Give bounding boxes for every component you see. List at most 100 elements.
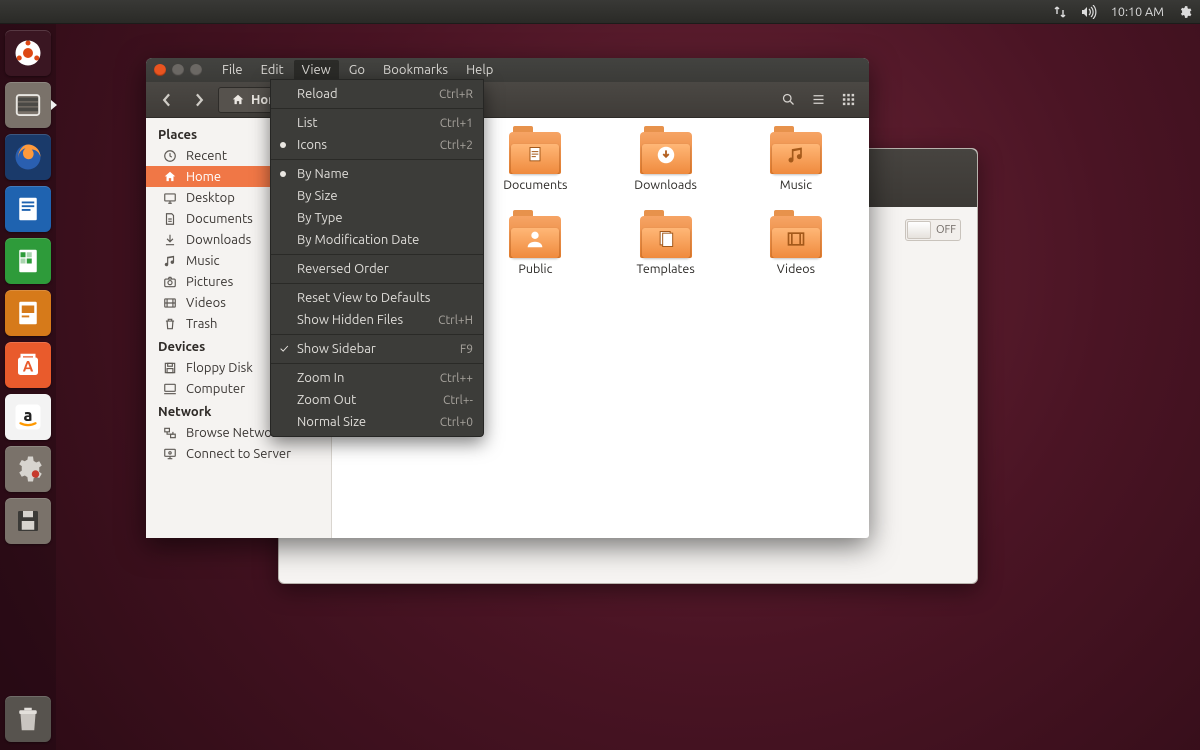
sidebar-item-label: Documents [186, 212, 253, 226]
menu-item-shortcut: Ctrl+0 [440, 416, 473, 429]
folder-icon [640, 132, 692, 174]
server-icon [162, 446, 178, 462]
menubar: FileEditViewGoBookmarksHelp [214, 60, 501, 80]
sidebar-item-label: Music [186, 254, 220, 268]
launcher-trash[interactable] [5, 696, 51, 742]
clock[interactable]: 10:10 AM [1111, 5, 1164, 19]
svg-text:A: A [23, 357, 34, 374]
folder-music[interactable]: Music [736, 132, 856, 216]
menu-item-by-type[interactable]: By Type [271, 207, 483, 229]
menu-item-show-hidden-files[interactable]: Show Hidden FilesCtrl+H [271, 309, 483, 331]
launcher-amazon[interactable]: a [5, 394, 51, 440]
window-close-button[interactable] [154, 64, 166, 76]
menu-item-zoom-out[interactable]: Zoom OutCtrl+- [271, 389, 483, 411]
top-panel: 10:10 AM [0, 0, 1200, 24]
sidebar-item-label: Home [186, 170, 221, 184]
menu-item-shortcut: F9 [460, 343, 473, 356]
folder-label: Downloads [634, 178, 697, 192]
toolbar: Home [146, 82, 869, 118]
launcher-settings[interactable] [5, 446, 51, 492]
doc-icon [162, 211, 178, 227]
titlebar[interactable]: FileEditViewGoBookmarksHelp [146, 58, 869, 82]
window-minimize-button[interactable] [172, 64, 184, 76]
menu-item-shortcut: Ctrl++ [440, 372, 473, 385]
menu-item-shortcut: Ctrl+2 [440, 139, 473, 152]
menu-help[interactable]: Help [458, 60, 501, 80]
folder-icon [770, 216, 822, 258]
folder-public[interactable]: Public [475, 216, 595, 300]
launcher-firefox[interactable] [5, 134, 51, 180]
menu-item-normal-size[interactable]: Normal SizeCtrl+0 [271, 411, 483, 433]
menu-item-reload[interactable]: ReloadCtrl+R [271, 83, 483, 105]
menu-item-reset-view-to-defaults[interactable]: Reset View to Defaults [271, 287, 483, 309]
sidebar-item-label: Browse Network [186, 426, 283, 440]
menu-item-by-modification-date[interactable]: By Modification Date [271, 229, 483, 251]
menu-item-by-name[interactable]: By Name [271, 163, 483, 185]
grid-icon [841, 92, 856, 107]
menu-item-label: Reset View to Defaults [297, 291, 430, 305]
view-list-button[interactable] [805, 87, 831, 113]
folder-icon [770, 132, 822, 174]
launcher-calc[interactable] [5, 238, 51, 284]
folder-videos[interactable]: Videos [736, 216, 856, 300]
folder-documents[interactable]: Documents [475, 132, 595, 216]
menu-file[interactable]: File [214, 60, 251, 80]
menu-go[interactable]: Go [341, 60, 373, 80]
desktop-icon [162, 190, 178, 206]
menu-separator [271, 108, 483, 109]
view-grid-button[interactable] [835, 87, 861, 113]
menu-separator [271, 254, 483, 255]
clock-icon [162, 148, 178, 164]
folder-templates[interactable]: Templates [606, 216, 726, 300]
sidebar-item-label: Desktop [186, 191, 235, 205]
launcher-impress[interactable] [5, 290, 51, 336]
search-button[interactable] [775, 87, 801, 113]
folder-label: Videos [777, 262, 815, 276]
camera-icon [162, 274, 178, 290]
menu-item-zoom-in[interactable]: Zoom In Ctrl++ [271, 367, 483, 389]
folder-icon [640, 216, 692, 258]
menu-item-icons[interactable]: IconsCtrl+2 [271, 134, 483, 156]
menu-item-by-size[interactable]: By Size [271, 185, 483, 207]
view-menu-dropdown: ReloadCtrl+R ListCtrl+1IconsCtrl+2 By Name… [270, 79, 484, 437]
menu-item-label: Zoom In [297, 371, 344, 385]
launcher-writer[interactable] [5, 186, 51, 232]
launcher-floppy[interactable] [5, 498, 51, 544]
network-indicator[interactable] [1053, 5, 1067, 19]
launcher-dash[interactable] [5, 30, 51, 76]
menu-item-shortcut: Ctrl+1 [440, 117, 473, 130]
folder-downloads[interactable]: Downloads [606, 132, 726, 216]
files-window: FileEditViewGoBookmarksHelp Home PlacesR… [146, 58, 869, 538]
menu-view[interactable]: View [294, 60, 339, 80]
menu-item-shortcut: Ctrl+R [439, 88, 473, 101]
menu-item-label: Zoom Out [297, 393, 356, 407]
off-toggle[interactable]: OFF [905, 219, 961, 241]
session-cog-icon[interactable] [1178, 5, 1192, 19]
launcher-software[interactable]: A [5, 342, 51, 388]
menu-item-list[interactable]: ListCtrl+1 [271, 112, 483, 134]
sidebar-item-label: Connect to Server [186, 447, 291, 461]
sidebar-item-label: Computer [186, 382, 245, 396]
toggle-label: OFF [932, 224, 960, 236]
svg-text:a: a [24, 407, 33, 425]
sidebar-item-label: Downloads [186, 233, 251, 247]
nav-forward-button[interactable] [186, 87, 212, 113]
menu-bookmarks[interactable]: Bookmarks [375, 60, 456, 80]
folder-label: Public [518, 262, 552, 276]
home-icon [231, 93, 245, 107]
download-icon [162, 232, 178, 248]
menu-item-label: Show Hidden Files [297, 313, 403, 327]
window-maximize-button[interactable] [190, 64, 202, 76]
folder-label: Templates [636, 262, 694, 276]
menu-item-show-sidebar[interactable]: ✓Show SidebarF9 [271, 338, 483, 360]
radio-bullet-icon [280, 142, 286, 148]
sidebar-item-connect-to-server[interactable]: Connect to Server [146, 443, 331, 464]
menu-edit[interactable]: Edit [253, 60, 292, 80]
unity-launcher: Aa [0, 24, 56, 750]
volume-indicator[interactable] [1081, 5, 1097, 19]
menu-item-reversed-order[interactable]: Reversed Order [271, 258, 483, 280]
radio-bullet-icon [280, 171, 286, 177]
nav-back-button[interactable] [154, 87, 180, 113]
launcher-files[interactable] [5, 82, 51, 128]
menu-item-label: By Modification Date [297, 233, 419, 247]
